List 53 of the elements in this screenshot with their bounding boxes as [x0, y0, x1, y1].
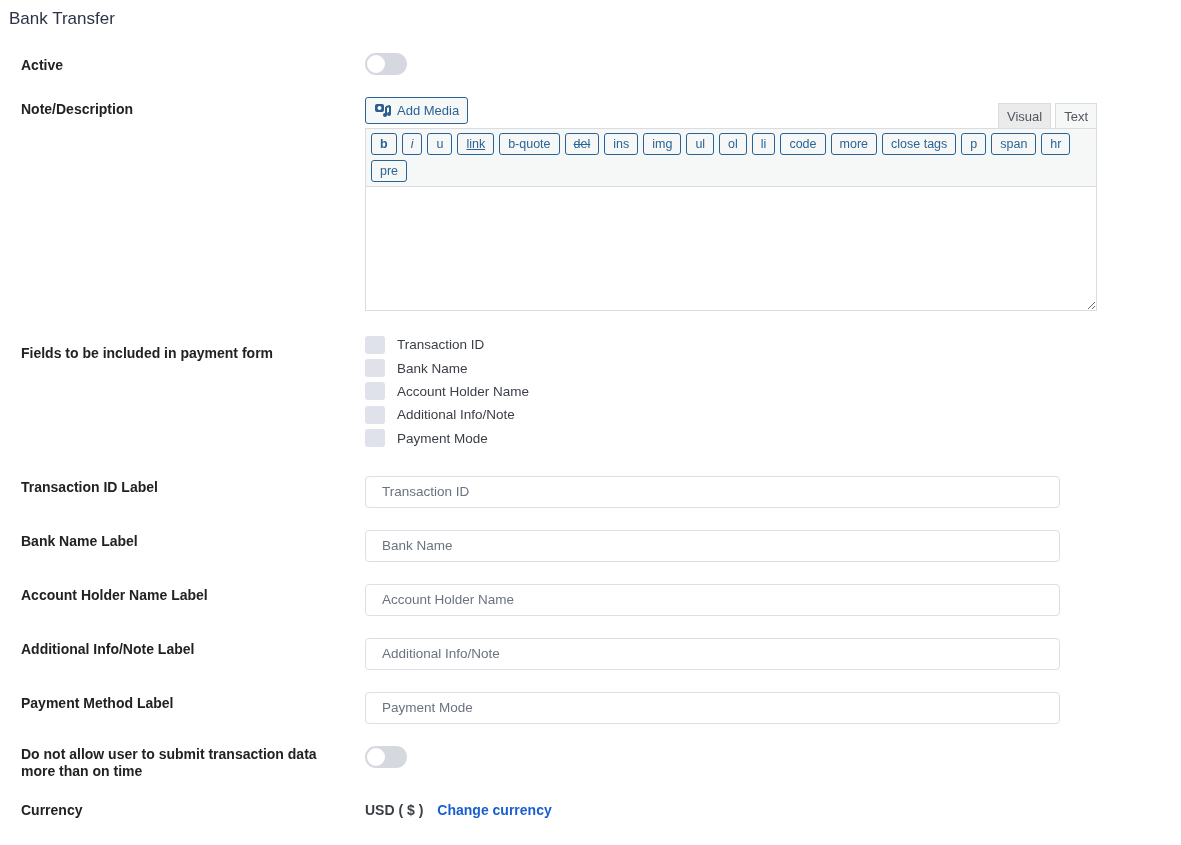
quicktag-button[interactable]: ul: [686, 133, 715, 155]
quicktag-button[interactable]: i: [401, 133, 423, 155]
setting-label: Currency: [21, 801, 84, 819]
setting-label: Fields to be included in payment form: [21, 344, 275, 363]
quicktag-button[interactable]: del: [564, 133, 600, 155]
setting-label: Account Holder Name Label: [21, 585, 209, 604]
setting-label: Additional Info/Note Label: [21, 639, 196, 658]
setting-label: Note/Description: [21, 100, 134, 119]
quicktag-button[interactable]: code: [780, 133, 826, 155]
change-currency-link[interactable]: Change currency: [437, 801, 552, 818]
quicktag-button[interactable]: p: [961, 133, 987, 155]
section-title: Bank Transfer: [9, 9, 116, 29]
quicktag-button[interactable]: li: [751, 133, 776, 155]
quicktag-button[interactable]: b-quote: [499, 133, 560, 155]
toggle-switch[interactable]: [365, 745, 407, 768]
checkbox-label: Account Holder Name: [397, 383, 530, 399]
quicktag-button[interactable]: pre: [371, 160, 408, 182]
quicktag-button[interactable]: span: [991, 133, 1037, 155]
input-field[interactable]: Additional Info/Note: [365, 637, 1060, 670]
checkbox[interactable]: [365, 335, 385, 354]
media-icon: [374, 103, 391, 118]
quicktag-button[interactable]: u: [427, 133, 453, 155]
setting-label: Bank Name Label: [21, 531, 139, 550]
add-media-button[interactable]: Add Media: [365, 97, 469, 124]
checkbox[interactable]: [365, 405, 385, 424]
text-area[interactable]: [365, 187, 1097, 311]
checkbox-label: Bank Name: [397, 360, 468, 376]
checkbox[interactable]: [365, 429, 385, 448]
quicktag-button[interactable]: b: [371, 133, 397, 155]
quicktag-button[interactable]: close tags: [882, 133, 957, 155]
quicktag-button[interactable]: img: [643, 133, 682, 155]
setting-label: Do not allow user to submit transaction data more than on time: [21, 745, 318, 780]
quicktag-button[interactable]: link: [457, 133, 495, 155]
checkbox-label: Additional Info/Note: [397, 407, 515, 423]
currency-value: USD ( $ ): [365, 801, 424, 818]
input-field[interactable]: Transaction ID: [365, 475, 1060, 508]
toggle-switch[interactable]: [365, 53, 407, 75]
setting-label: Payment Method Label: [21, 693, 175, 712]
input-field[interactable]: Payment Mode: [365, 691, 1060, 724]
checkbox[interactable]: [365, 359, 385, 378]
checkbox[interactable]: [365, 382, 385, 401]
input-field[interactable]: Account Holder Name: [365, 583, 1060, 616]
quicktag-button[interactable]: ol: [719, 133, 747, 155]
quicktag-button[interactable]: hr: [1041, 133, 1071, 155]
quicktag-button[interactable]: ins: [604, 133, 639, 155]
setting-label: Active: [21, 56, 65, 75]
checkbox-label: Transaction ID: [397, 337, 485, 353]
quicktag-button[interactable]: more: [830, 133, 877, 155]
editor-tab[interactable]: Text: [1055, 103, 1097, 128]
setting-label: Transaction ID Label: [21, 477, 159, 496]
checkbox-label: Payment Mode: [397, 430, 488, 446]
editor-tab[interactable]: Visual: [997, 103, 1052, 128]
input-field[interactable]: Bank Name: [365, 529, 1060, 562]
